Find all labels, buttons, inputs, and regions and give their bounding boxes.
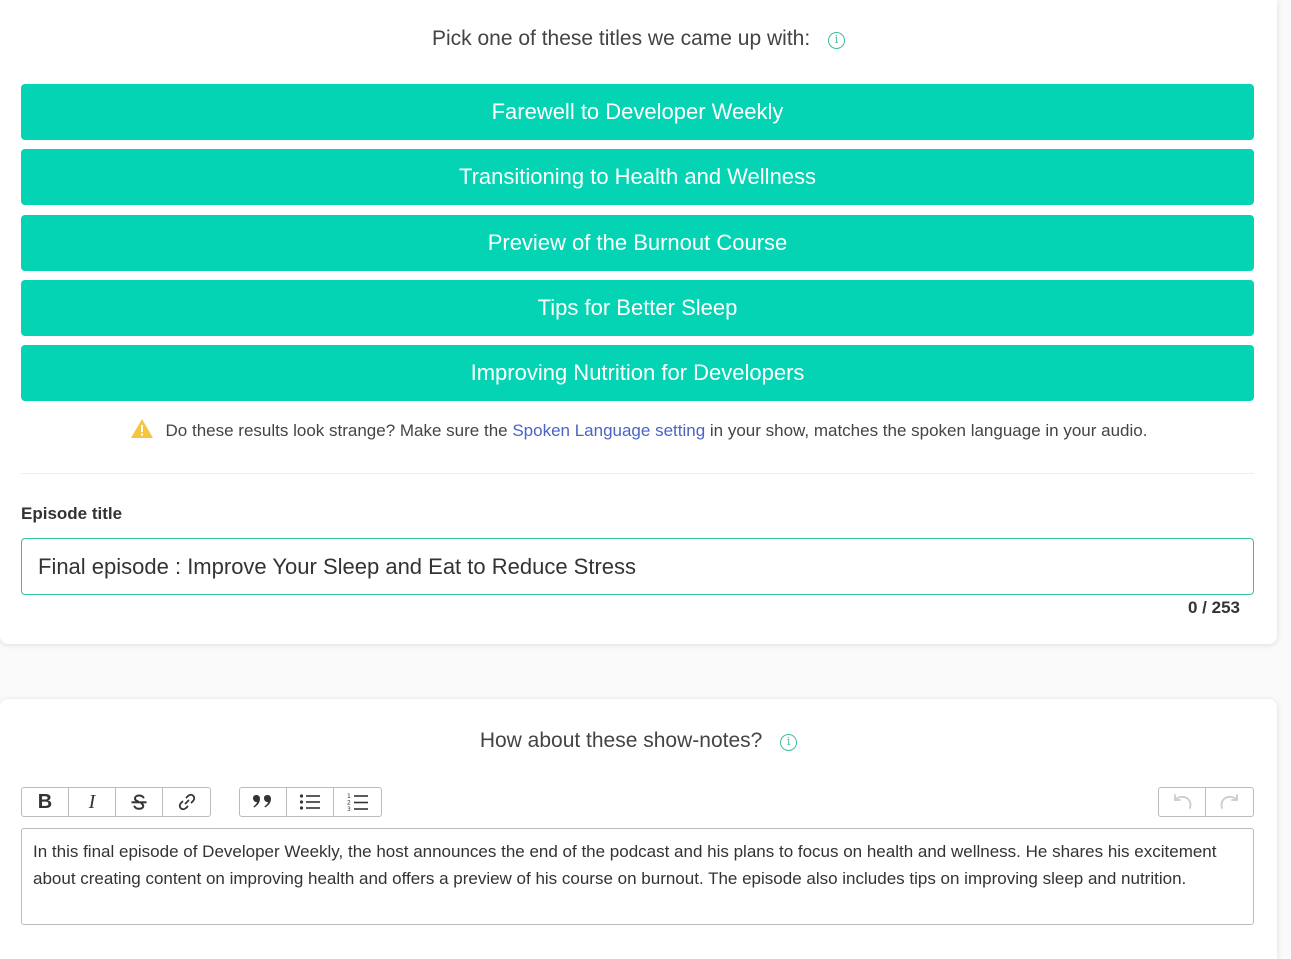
shownotes-heading: How about these show-notes? i (0, 729, 1277, 753)
bulleted-list-button[interactable] (287, 788, 334, 816)
numbered-list-icon: 1 2 3 (347, 793, 368, 812)
format-toolbar: B I (21, 787, 211, 817)
undo-button[interactable] (1159, 788, 1206, 816)
bold-icon: B (37, 790, 53, 813)
bold-button[interactable]: B (22, 788, 69, 816)
shownotes-heading-text: How about these show-notes? (479, 729, 763, 752)
quote-button[interactable] (240, 788, 287, 816)
warning-text-prefix: Do these results look strange? Make sure… (165, 421, 513, 440)
info-icon[interactable]: i (780, 734, 798, 751)
episode-title-label: Episode title (21, 504, 123, 523)
titles-card: Pick one of these titles we came up with… (0, 0, 1277, 644)
spoken-language-setting-link[interactable]: Spoken Language setting (512, 421, 705, 440)
bulleted-list-icon (299, 794, 320, 810)
title-option-1[interactable]: Farewell to Developer Weekly (21, 84, 1254, 140)
section-divider (21, 473, 1254, 474)
numbered-list-button[interactable]: 1 2 3 (334, 788, 381, 816)
italic-icon: I (88, 790, 96, 813)
link-icon (178, 793, 195, 811)
titles-heading: Pick one of these titles we came up with… (0, 27, 1277, 51)
warning-icon (130, 418, 154, 444)
strikethrough-button[interactable] (116, 788, 163, 816)
language-warning: Do these results look strange? Make sure… (0, 418, 1277, 444)
episode-title-input[interactable] (21, 538, 1254, 595)
block-toolbar: 1 2 3 (239, 787, 382, 817)
title-option-2[interactable]: Transitioning to Health and Wellness (21, 149, 1254, 205)
strikethrough-icon (131, 794, 147, 810)
svg-text:3: 3 (347, 806, 351, 812)
redo-button[interactable] (1206, 788, 1253, 816)
character-counter: 0 / 253 (1188, 598, 1240, 617)
history-toolbar (1158, 787, 1254, 817)
warning-text-suffix: in your show, matches the spoken languag… (705, 421, 1148, 440)
title-option-5[interactable]: Improving Nutrition for Developers (21, 345, 1254, 401)
undo-icon (1174, 794, 1192, 809)
redo-icon (1220, 794, 1238, 809)
titles-heading-text: Pick one of these titles we came up with… (431, 27, 811, 50)
shownotes-text: In this final episode of Developer Weekl… (33, 842, 1217, 888)
italic-button[interactable]: I (69, 788, 116, 816)
link-button[interactable] (163, 788, 210, 816)
info-icon[interactable]: i (828, 32, 846, 49)
quote-icon (253, 795, 271, 808)
shownotes-editor[interactable]: In this final episode of Developer Weekl… (21, 828, 1254, 925)
title-option-4[interactable]: Tips for Better Sleep (21, 280, 1254, 336)
title-option-3[interactable]: Preview of the Burnout Course (21, 215, 1254, 271)
